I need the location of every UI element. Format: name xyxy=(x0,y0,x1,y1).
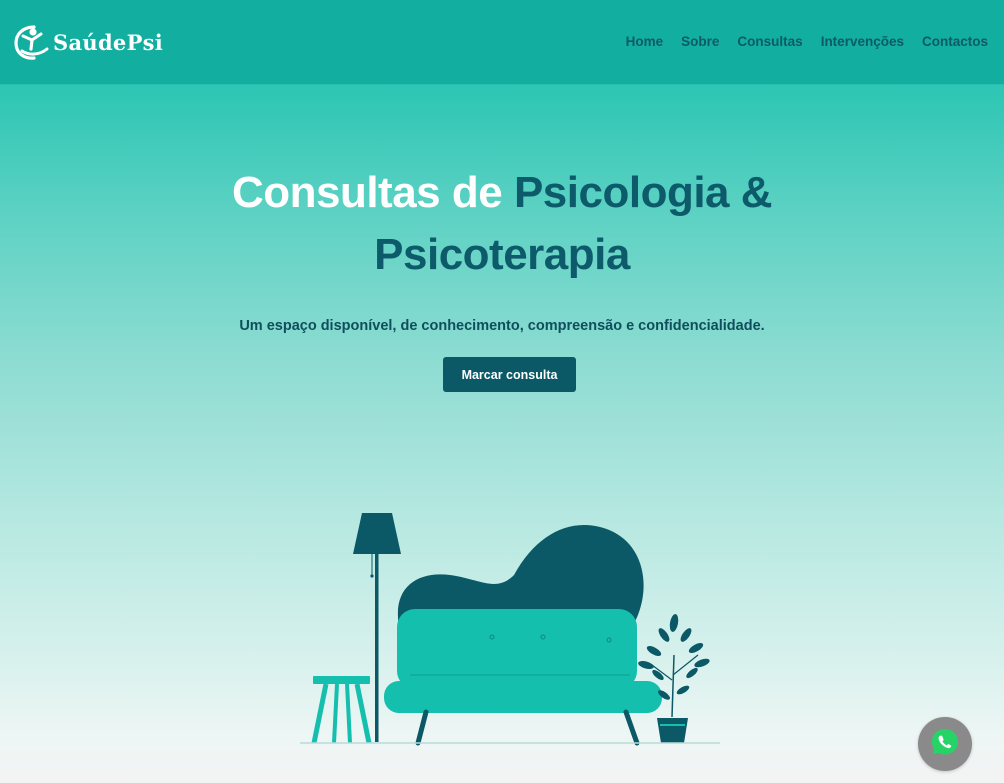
nav-consultas[interactable]: Consultas xyxy=(737,33,802,51)
hero-title: Consultas de Psicologia & Psicoterapia xyxy=(0,162,1004,286)
nav-intervencoes[interactable]: Intervenções xyxy=(821,33,904,51)
person-figure-icon xyxy=(14,23,50,61)
stool-icon xyxy=(311,676,372,744)
nav-sobre[interactable]: Sobre xyxy=(681,33,719,51)
main-nav: Home Sobre Consultas Intervenções Contac… xyxy=(626,33,988,51)
hero-title-part1: Consultas de xyxy=(231,168,514,217)
hero-title-part2: Psicologia & xyxy=(513,168,773,217)
hero-subtitle: Um espaço disponível, de conhecimento, c… xyxy=(239,318,765,334)
nav-home[interactable]: Home xyxy=(626,33,664,51)
potted-plant-icon xyxy=(638,614,710,743)
whatsapp-button[interactable] xyxy=(918,717,972,771)
header-bar: SaúdePsi Home Sobre Consultas Intervençõ… xyxy=(0,0,1004,84)
therapy-sofa-illustration xyxy=(300,505,720,755)
nav-contactos[interactable]: Contactos xyxy=(922,33,988,51)
brand-name: SaúdePsi xyxy=(53,29,164,55)
hero-title-part3: Psicoterapia xyxy=(374,230,630,279)
whatsapp-icon xyxy=(929,726,961,763)
brand-logo[interactable]: SaúdePsi xyxy=(14,22,163,62)
book-appointment-button[interactable]: Marcar consulta xyxy=(443,357,576,392)
